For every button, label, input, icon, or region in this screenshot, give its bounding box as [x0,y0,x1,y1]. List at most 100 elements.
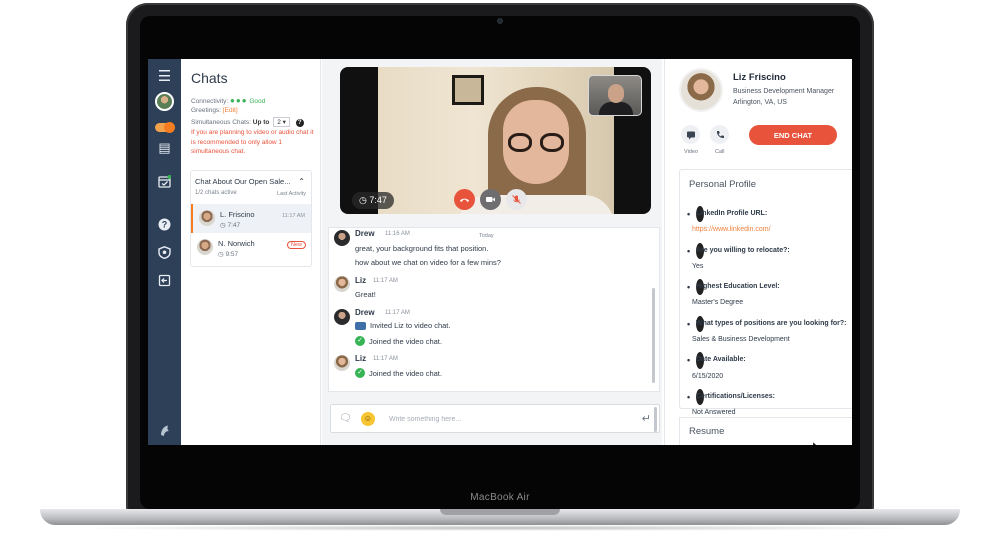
profile-title: Business Development Manager [733,88,835,95]
field-answer: 6/15/2020 [692,372,724,380]
avatar [334,309,350,325]
send-icon[interactable]: ↵ [642,412,651,425]
chat-list-item[interactable]: N. Norwich ◷ 9:57 New [191,233,311,262]
new-badge: New [286,241,306,249]
avatar [199,210,215,226]
check-circle-icon: ✓ [355,368,365,378]
check-circle-icon: ✓ [355,336,365,346]
calendar-check-icon[interactable] [155,172,174,191]
chat-group: Chat About Our Open Sale... ⌃ 1/2 chats … [190,170,312,267]
connectivity-label: Connectivity: [191,98,229,105]
chat-list-item[interactable]: L. Friscino ◷ 7:47 11:17 AM [191,204,311,233]
call-timer: ◷ 7:47 [352,192,394,209]
camera-toggle-button[interactable] [480,189,501,210]
menu-icon[interactable]: ☰ [155,66,174,85]
video-label: Video [684,149,698,155]
wall-frame [452,75,484,105]
field-question: Highest Education Level: [687,279,780,296]
field-answer: Yes [692,262,704,270]
self-view-video[interactable] [588,75,642,116]
chat-group-title[interactable]: Chat About Our Open Sale... [195,177,290,186]
greetings-edit-link[interactable]: [Edit] [223,107,238,114]
user-avatar[interactable] [155,92,174,111]
simultaneous-prefix: Up to [252,119,270,126]
chats-panel: Chats Connectivity: ●●● Good Greetings: … [181,59,321,445]
call-label: Call [715,149,725,155]
simultaneous-chats-row: Simultaneous Chats: Up to 2 ▾ ? [191,117,304,127]
message-time: 11:16 AM [385,231,410,237]
end-chat-button[interactable]: END CHAT [749,125,837,145]
section-title: Personal Profile [689,179,757,190]
greetings-label: Greetings: [191,107,221,114]
emoji-icon[interactable]: ☺ [361,412,375,426]
call-button[interactable] [710,125,729,144]
simultaneous-select[interactable]: 2 ▾ [273,117,290,127]
candidate-profile: Liz Friscino Business Development Manage… [664,59,852,445]
avatar [334,355,350,371]
field-answer: Sales & Business Development [692,336,790,344]
message-time: 11:17 AM [373,356,398,362]
duration-value: 9:57 [225,251,239,258]
linkedin-link[interactable]: https://www.linkedin.com/ [692,222,790,238]
signal-dots-icon: ●●● [230,96,248,105]
chat-time: 11:17 AM [282,213,305,219]
conversation-panel: ◷ 7:47 Today Drew 11:16 AM great, your b… [322,59,662,445]
duration-value: 7:47 [227,222,241,229]
personal-profile-card: Personal Profile LinkedIn Profile URL: h… [679,169,852,445]
connectivity-status: Connectivity: ●●● Good [191,96,265,105]
profile-location: Arlington, VA, US [733,99,787,106]
mic-muted-icon [512,195,521,204]
glasses-right [540,133,564,152]
event-text: Joined the video chat. [369,336,442,346]
shield-icon[interactable] [155,243,174,262]
message-input[interactable] [389,413,629,426]
clock-icon: ◷ [220,222,226,229]
brand-logo-icon [155,421,174,440]
profile-name: Liz Friscino [733,72,786,83]
hang-up-button[interactable] [454,189,475,210]
svg-text:?: ? [162,220,168,230]
resume-card[interactable]: Resume [679,417,852,445]
message-list[interactable]: Today Drew 11:16 AM great, your backgrou… [328,227,660,392]
chats-active-count: 1/2 chats active [195,190,237,196]
help-icon[interactable]: ? [155,215,174,234]
mute-button[interactable] [506,189,527,210]
avatar [155,92,174,111]
resume-title: Resume [689,426,725,437]
help-icon[interactable]: ? [295,119,304,127]
video-warning: If you are planning to video or audio ch… [191,129,314,155]
left-nav-rail: ☰ ▤ ? [148,59,181,445]
profile-fields: LinkedIn Profile URL: https://www.linked… [687,202,847,422]
video-button[interactable] [681,125,700,144]
field-answer: Master's Degree [692,299,744,307]
availability-toggle[interactable] [155,122,175,133]
field-question: Date Available: [687,352,746,369]
webcam-icon [497,18,503,24]
chevron-up-icon[interactable]: ⌃ [298,177,305,186]
glasses-left [508,133,532,152]
composer-scrollbar[interactable] [654,407,657,432]
message-sender: Drew [355,229,375,238]
notes-icon[interactable]: ▤ [155,138,174,157]
chat-duration: ◷ 9:57 [218,250,238,258]
field-question: Are you willing to relocate?: [687,242,790,259]
message-scrollbar[interactable] [652,288,655,383]
system-event: ✓ Joined the video chat. [355,368,442,378]
avatar [334,230,350,246]
message-text: great, your background fits that positio… [355,244,489,253]
avatar [334,276,350,292]
message-time: 11:17 AM [385,310,410,316]
message-text: how about we chat on video for a few min… [355,258,501,267]
app-screen: ☰ ▤ ? Chats Connectivity: ●●● Good Greet… [148,59,852,445]
laptop-shadow [70,525,930,531]
field-question: LinkedIn Profile URL: [687,206,767,223]
message-text: Great! [355,290,376,299]
sort-label[interactable]: Last Activity [277,191,306,197]
phone-hangup-icon [460,198,469,202]
system-event: ✓ Joined the video chat. [355,336,442,346]
chat-bubble-icon[interactable]: 🗨 [339,413,352,424]
laptop-notch [440,509,560,515]
exit-icon[interactable] [155,271,174,290]
chat-duration: ◷ 7:47 [220,221,240,229]
simultaneous-label: Simultaneous Chats: [191,119,251,126]
